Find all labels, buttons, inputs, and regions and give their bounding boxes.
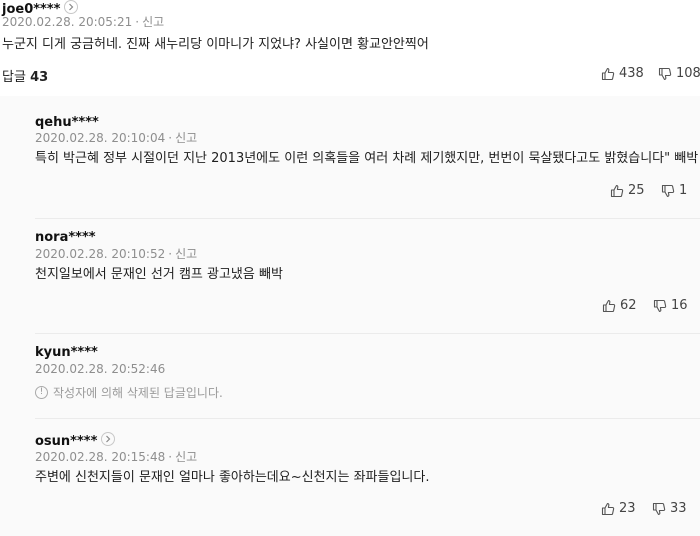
divider [35,218,700,219]
reply-meta: 2020.02.28. 20:10:04 · 신고 [35,131,198,145]
chevron-right-icon[interactable] [64,0,79,14]
reply-text: 특히 박근혜 정부 시절이던 지난 2013년에도 이런 의혹들을 여러 차례 … [35,151,699,166]
report-link[interactable]: 신고 [175,450,197,464]
main-comment-text: 누군지 디게 궁금허네. 진짜 새누리당 이마니가 지었냐? 사실이면 황교안안… [2,37,429,52]
reply-datetime: 2020.02.28. 20:15:48 [35,450,166,464]
chevron-right-icon[interactable] [101,432,116,446]
reply-toggle-button[interactable]: 답글 43 [2,66,48,85]
divider [35,418,700,419]
like-count: 23 [619,501,636,516]
report-link[interactable]: 신고 [175,131,197,145]
thumbs-up-icon [602,299,616,312]
deleted-notice: ! 작성자에 의해 삭제된 답글입니다. [35,384,223,401]
like-count: 62 [620,298,637,313]
report-link[interactable]: 신고 [142,15,164,29]
dislike-count: 33 [670,501,687,516]
reply-username[interactable]: osun**** [35,434,97,449]
like-button[interactable]: 62 [602,298,637,313]
thumbs-up-icon [601,502,615,515]
dislike-button[interactable]: 16 [653,298,688,313]
reply-username[interactable]: qehu**** [35,115,99,131]
main-comment-meta: 2020.02.28. 20:05:21 · 신고 [2,15,165,29]
like-button[interactable]: 438 [601,66,644,81]
like-count: 25 [628,183,645,198]
thumbs-down-icon [653,299,667,312]
dislike-count: 108 [676,66,700,81]
reply-text: 주변에 신천지들이 문재인 얼마나 좋아하는데요~신천지는 좌파들입니다. [35,470,430,485]
thumbs-up-icon [601,67,615,80]
like-count: 438 [619,66,644,81]
thumbs-down-icon [652,502,666,515]
like-button[interactable]: 23 [601,501,636,516]
dislike-count: 1 [679,183,688,198]
reply-count: 43 [30,70,49,85]
reply-meta: 2020.02.28. 20:15:48 · 신고 [35,450,198,464]
main-comment-datetime: 2020.02.28. 20:05:21 [2,15,133,29]
dislike-button[interactable]: 108 [658,66,700,81]
reply-username[interactable]: kyun**** [35,345,98,361]
reply-datetime: 2020.02.28. 20:10:04 [35,131,166,145]
reply-username[interactable]: nora**** [35,230,96,246]
dislike-button[interactable]: 1 [661,183,687,198]
divider [35,333,700,334]
thumbs-up-icon [610,184,624,197]
thumbs-down-icon [661,184,675,197]
thumbs-down-icon [658,67,672,80]
deleted-text: 작성자에 의해 삭제된 답글입니다. [53,386,223,400]
dislike-button[interactable]: 33 [652,501,687,516]
dislike-count: 16 [671,298,688,313]
reply-datetime: 2020.02.28. 20:10:52 [35,247,166,261]
reply-meta: 2020.02.28. 20:10:52 · 신고 [35,247,198,261]
reply-label: 답글 [2,70,26,85]
like-button[interactable]: 25 [610,183,645,198]
info-icon: ! [35,386,48,399]
report-link[interactable]: 신고 [175,247,197,261]
reply-datetime: 2020.02.28. 20:52:46 [35,362,166,376]
reply-text: 천지일보에서 문재인 선거 캠프 광고냈음 빼박 [35,267,283,282]
